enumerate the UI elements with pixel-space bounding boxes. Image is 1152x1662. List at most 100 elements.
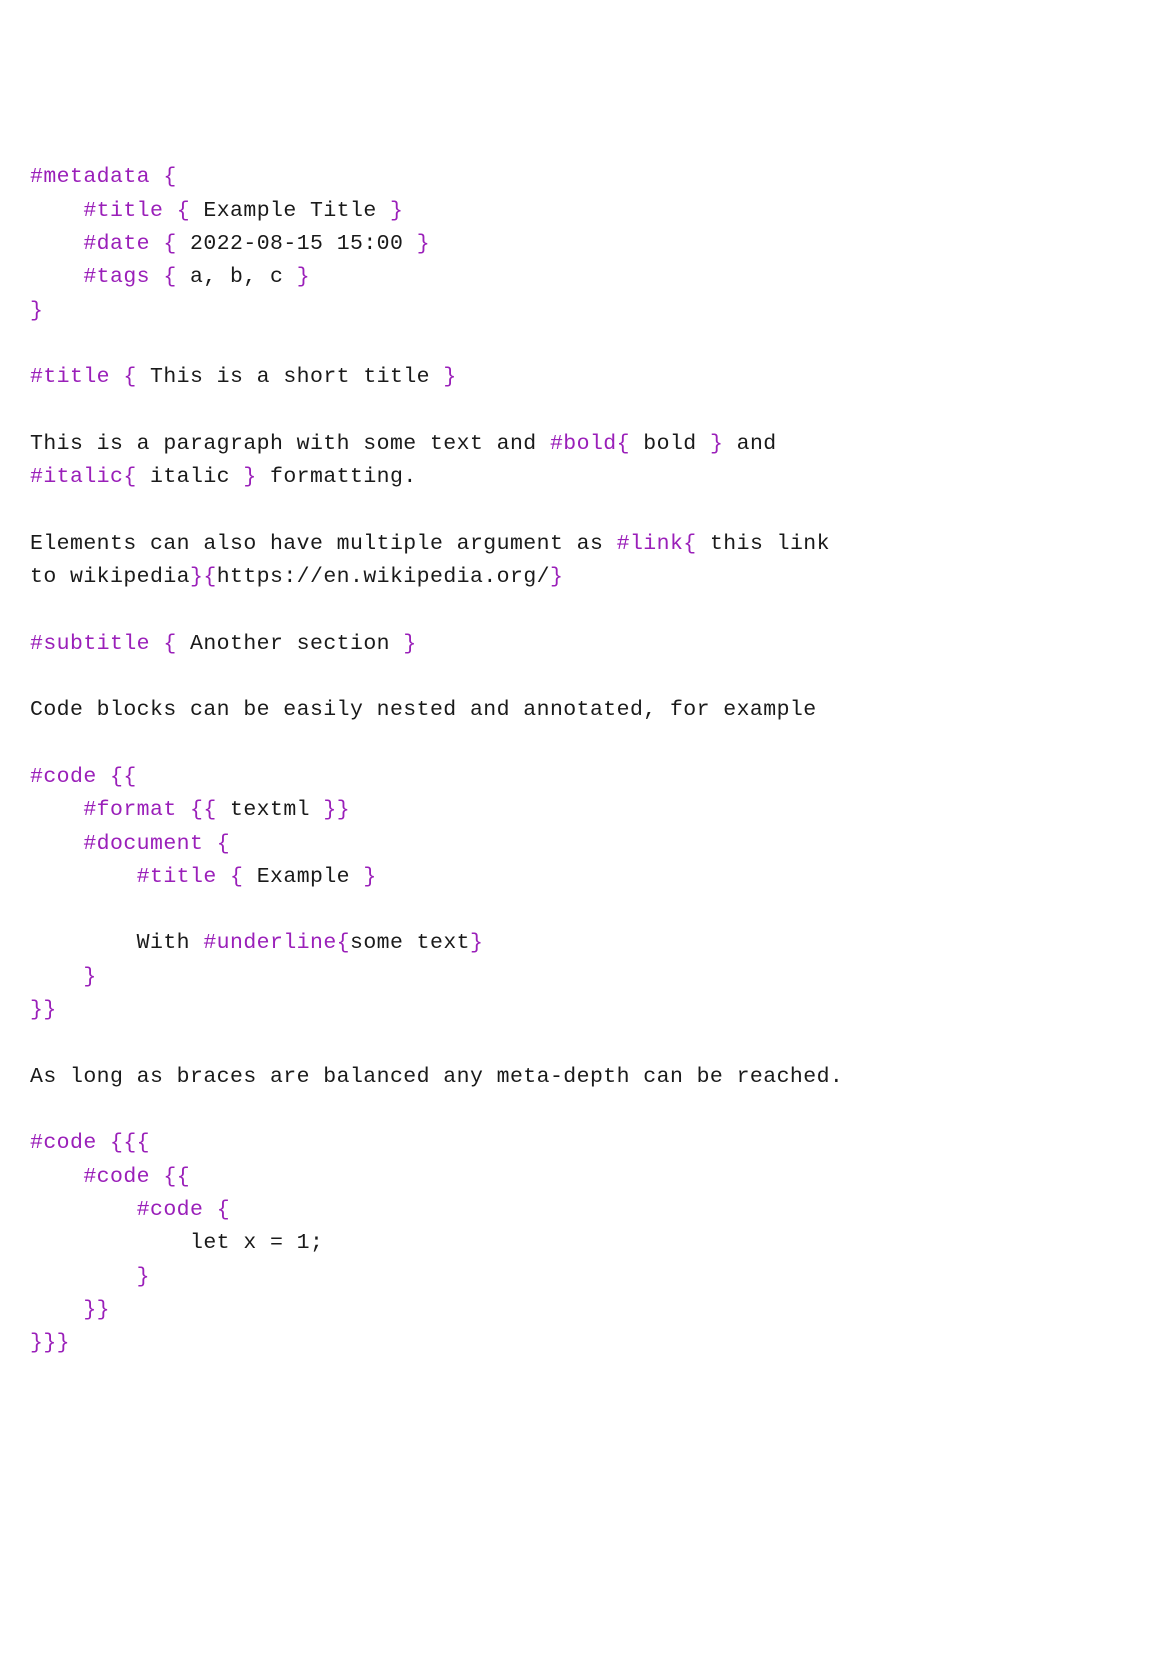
code-line: let x = 1; (30, 1227, 1122, 1260)
paragraph-text: formatting. (257, 465, 417, 489)
code-line: #code {{ (30, 1161, 1122, 1194)
code-line: #subtitle { Another section } (30, 628, 1122, 661)
brace-open: { (163, 165, 176, 189)
blank-line (30, 1027, 1122, 1060)
keyword-date: #date (83, 232, 150, 256)
blank-line (30, 594, 1122, 627)
document-line-prefix: With (137, 931, 204, 955)
brace-close: } (190, 565, 203, 589)
code-line: } (30, 961, 1122, 994)
keyword-link: #link (617, 532, 684, 556)
keyword-title: #title (30, 365, 110, 389)
code-line: #date { 2022-08-15 15:00 } (30, 228, 1122, 261)
brace-open: { (123, 465, 136, 489)
paragraph-text: to wikipedia (30, 565, 190, 589)
brace-close: } (30, 299, 43, 323)
brace-open: { (230, 865, 243, 889)
code-block: #metadata { #title { Example Title } #da… (30, 161, 1122, 1360)
brace-open: { (163, 232, 176, 256)
code-line: #code {{ (30, 761, 1122, 794)
brace-close: } (390, 199, 403, 223)
keyword-underline: #underline (203, 931, 336, 955)
code-line: to wikipedia}{https://en.wikipedia.org/} (30, 561, 1122, 594)
code-line: With #underline{some text} (30, 927, 1122, 960)
brace-open: { (177, 199, 190, 223)
metadata-date-value: 2022-08-15 15:00 (177, 232, 417, 256)
subtitle-body: Another section (177, 632, 404, 656)
code-line: This is a paragraph with some text and #… (30, 428, 1122, 461)
brace-open: { (163, 632, 176, 656)
code-line: As long as braces are balanced any meta-… (30, 1061, 1122, 1094)
keyword-bold: #bold (550, 432, 617, 456)
brace-close: } (297, 265, 310, 289)
keyword-title: #title (137, 865, 217, 889)
code-line: #title { Example } (30, 861, 1122, 894)
keyword-code: #code (30, 1131, 97, 1155)
brace-open: { (217, 1198, 230, 1222)
paragraph-text: This is a paragraph with some text and (30, 432, 550, 456)
link-text: this link (697, 532, 830, 556)
code-line: #code {{{ (30, 1127, 1122, 1160)
brace-close-triple: }}} (30, 1331, 70, 1355)
keyword-tags: #tags (83, 265, 150, 289)
brace-open: { (203, 565, 216, 589)
paragraph-text: Code blocks can be easily nested and ann… (30, 698, 817, 722)
brace-open: { (217, 832, 230, 856)
brace-open-double: {{ (110, 765, 137, 789)
link-href: https://en.wikipedia.org/ (217, 565, 550, 589)
keyword-code: #code (83, 1165, 150, 1189)
bold-body: bold (630, 432, 710, 456)
brace-close-double: }} (323, 798, 350, 822)
code-line: Code blocks can be easily nested and ann… (30, 694, 1122, 727)
blank-line (30, 394, 1122, 427)
blank-line (30, 494, 1122, 527)
blank-line (30, 1094, 1122, 1127)
code-line: #italic{ italic } formatting. (30, 461, 1122, 494)
brace-close-double: }} (83, 1298, 110, 1322)
brace-open-triple: {{{ (110, 1131, 150, 1155)
metadata-title-value: Example Title (190, 199, 390, 223)
blank-line (30, 661, 1122, 694)
title-body: This is a short title (137, 365, 444, 389)
code-line: #metadata { (30, 161, 1122, 194)
brace-close: } (443, 365, 456, 389)
keyword-subtitle: #subtitle (30, 632, 150, 656)
brace-open-double: {{ (163, 1165, 190, 1189)
brace-open: { (163, 265, 176, 289)
blank-line (30, 894, 1122, 927)
code-line: } (30, 295, 1122, 328)
brace-close: } (417, 232, 430, 256)
document-title-body: Example (243, 865, 363, 889)
blank-line (30, 728, 1122, 761)
code-line: }}} (30, 1327, 1122, 1360)
paragraph-text: As long as braces are balanced any meta-… (30, 1065, 843, 1089)
keyword-title: #title (83, 199, 163, 223)
code-line: #tags { a, b, c } (30, 261, 1122, 294)
blank-line (30, 328, 1122, 361)
brace-open-double: {{ (190, 798, 217, 822)
brace-close: } (710, 432, 723, 456)
keyword-italic: #italic (30, 465, 123, 489)
code-line: Elements can also have multiple argument… (30, 528, 1122, 561)
code-line: #format {{ textml }} (30, 794, 1122, 827)
brace-open: { (683, 532, 696, 556)
code-line: } (30, 1261, 1122, 1294)
brace-close: } (243, 465, 256, 489)
keyword-metadata: #metadata (30, 165, 150, 189)
brace-close: } (403, 632, 416, 656)
brace-open: { (123, 365, 136, 389)
brace-open: { (337, 931, 350, 955)
metadata-tags-value: a, b, c (177, 265, 297, 289)
paragraph-text: Elements can also have multiple argument… (30, 532, 617, 556)
brace-close: } (550, 565, 563, 589)
italic-body: italic (137, 465, 244, 489)
brace-close: } (137, 1265, 150, 1289)
keyword-code: #code (30, 765, 97, 789)
paragraph-text: and (723, 432, 776, 456)
code-line: #document { (30, 828, 1122, 861)
code-line: #title { This is a short title } (30, 361, 1122, 394)
keyword-document: #document (83, 832, 203, 856)
code-line: #title { Example Title } (30, 195, 1122, 228)
brace-close: } (83, 965, 96, 989)
brace-close: } (470, 931, 483, 955)
